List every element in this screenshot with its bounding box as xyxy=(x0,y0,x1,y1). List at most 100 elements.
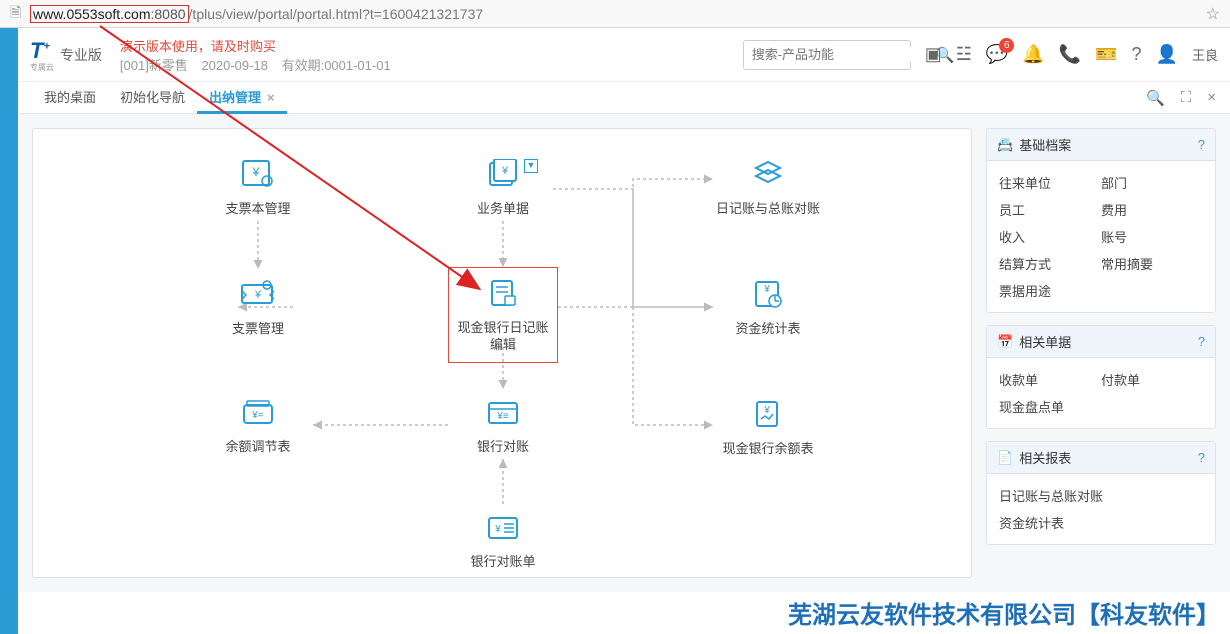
svg-text:¥: ¥ xyxy=(252,165,260,179)
link-account[interactable]: 账号 xyxy=(1101,223,1203,250)
search-input[interactable] xyxy=(744,47,936,62)
link-staff[interactable]: 员工 xyxy=(999,196,1101,223)
browser-url-bar: 🗎 www.0553soft.com:8080/tplus/view/porta… xyxy=(0,0,1230,28)
svg-text:¥=: ¥= xyxy=(251,410,264,421)
cheque-book-icon: ¥ xyxy=(203,159,313,197)
svg-text:¥≡: ¥≡ xyxy=(496,411,509,422)
flow-node-bank-recon[interactable]: ¥≡ 银行对账 xyxy=(448,399,558,456)
message-icon[interactable]: 💬6 xyxy=(986,44,1008,65)
bookmark-icon[interactable]: ☆ xyxy=(1206,4,1220,24)
main-area: ¥ 支票本管理 ▼ ¥ 业务单据 日记账与总账对账 ¥ 支票管理 xyxy=(18,114,1230,592)
panel-basic-archives: 📇 基础档案 ? 往来单位 部门 员工 费用 收入 账号 结算方式 常用摘要 票… xyxy=(986,128,1216,313)
left-strip xyxy=(0,28,18,634)
link-cash-count[interactable]: 现金盘点单 xyxy=(999,393,1101,420)
link-fund-stats-report[interactable]: 资金统计表 xyxy=(999,509,1203,536)
flow-node-cash-journal-edit[interactable]: 现金银行日记账编辑 xyxy=(448,267,558,363)
url-host: www.0553soft.com xyxy=(33,6,151,22)
archive-icon: 📇 xyxy=(997,137,1013,153)
panel-head-docs: 📅 相关单据 ? xyxy=(987,326,1215,358)
tab-actions: 🔍 ⛶ × xyxy=(1146,89,1230,107)
link-bill-purpose[interactable]: 票据用途 xyxy=(999,277,1101,304)
tab-init-nav[interactable]: 初始化导航 xyxy=(108,82,197,114)
message-badge: 6 xyxy=(999,38,1014,53)
watermark: 芜湖云友软件技术有限公司【科友软件】 xyxy=(788,595,1220,630)
flow-node-fund-stats[interactable]: ¥ 资金统计表 xyxy=(713,279,823,338)
help-icon[interactable]: ? xyxy=(1198,334,1205,349)
flow-node-bank-statement[interactable]: ¥ 银行对账单 xyxy=(448,514,558,571)
logo-main: T+ xyxy=(30,38,50,63)
demo-warning: 演示版本使用，请及时购买 xyxy=(120,36,391,55)
balance-adj-icon: ¥= xyxy=(203,399,313,435)
header-info: 演示版本使用，请及时购买 [001]新零售 2020-09-18 有效期:000… xyxy=(110,36,391,74)
list-icon[interactable]: ☳ xyxy=(956,44,972,65)
page-icon: 🗎 xyxy=(10,2,24,26)
link-expense[interactable]: 费用 xyxy=(1101,196,1203,223)
svg-text:¥: ¥ xyxy=(254,289,262,301)
panel-body-reports: 日记账与总账对账 资金统计表 xyxy=(987,474,1215,544)
save-icon[interactable]: ▣ xyxy=(925,44,942,65)
flow-node-cheque-mgmt[interactable]: ¥ 支票管理 xyxy=(203,279,313,338)
link-contact-unit[interactable]: 往来单位 xyxy=(999,169,1101,196)
panel-related-reports: 📄 相关报表 ? 日记账与总账对账 资金统计表 xyxy=(986,441,1216,545)
svg-text:¥: ¥ xyxy=(763,405,770,416)
svg-text:¥: ¥ xyxy=(501,165,509,177)
tab-close-all-icon[interactable]: × xyxy=(1207,89,1216,107)
tab-bar: 我的桌面 初始化导航 出纳管理× 🔍 ⛶ × xyxy=(18,82,1230,114)
bank-statement-icon: ¥ xyxy=(448,514,558,550)
side-panels: 📇 基础档案 ? 往来单位 部门 员工 费用 收入 账号 结算方式 常用摘要 票… xyxy=(986,128,1216,578)
journal-recon-icon xyxy=(713,159,823,197)
report-icon: 📄 xyxy=(997,450,1013,466)
user-name: 王良 xyxy=(1192,45,1218,64)
phone-icon[interactable]: 📞 xyxy=(1059,44,1081,65)
fund-stats-icon: ¥ xyxy=(713,279,823,317)
help-icon[interactable]: ? xyxy=(1132,44,1142,65)
user-icon[interactable]: 👤 xyxy=(1156,44,1178,65)
org-name: [001]新零售 xyxy=(120,58,188,73)
edition-label: 专业版 xyxy=(60,45,102,65)
link-income[interactable]: 收入 xyxy=(999,223,1101,250)
link-receipt[interactable]: 收款单 xyxy=(999,366,1101,393)
expire-label: 有效期: xyxy=(282,58,325,73)
logo-block: T+ 专属云 xyxy=(30,38,56,72)
cheque-mgmt-icon: ¥ xyxy=(203,279,313,317)
help-icon[interactable]: ? xyxy=(1198,137,1205,152)
flow-node-journal-recon[interactable]: 日记账与总账对账 xyxy=(713,159,823,218)
biz-date: 2020-09-18 xyxy=(201,58,268,73)
biz-doc-icon: ¥ xyxy=(448,159,558,197)
cash-journal-icon xyxy=(453,278,553,316)
link-payment[interactable]: 付款单 xyxy=(1101,366,1203,393)
panel-head-reports: 📄 相关报表 ? xyxy=(987,442,1215,474)
panel-head-basic: 📇 基础档案 ? xyxy=(987,129,1215,161)
url-host-box: www.0553soft.com:8080 xyxy=(30,5,189,23)
link-journal-recon-report[interactable]: 日记账与总账对账 xyxy=(999,482,1203,509)
ticket-icon[interactable]: 🎫 xyxy=(1095,44,1117,65)
bell-icon[interactable]: 🔔 xyxy=(1022,44,1044,65)
fullscreen-icon[interactable]: ⛶ xyxy=(1181,89,1192,107)
link-department[interactable]: 部门 xyxy=(1101,169,1203,196)
panel-body-basic: 往来单位 部门 员工 费用 收入 账号 结算方式 常用摘要 票据用途 xyxy=(987,161,1215,312)
expire-date: 0001-01-01 xyxy=(324,58,391,73)
svg-text:¥: ¥ xyxy=(494,524,501,535)
cash-balance-icon: ¥ xyxy=(713,399,823,437)
logo-sub: 专属云 xyxy=(30,64,56,72)
header-right: 🔍 ▣ ☳ 💬6 🔔 📞 🎫 ? 👤 王良 xyxy=(743,40,1218,70)
svg-text:¥: ¥ xyxy=(763,284,770,295)
bank-recon-icon: ¥≡ xyxy=(448,399,558,435)
help-icon[interactable]: ? xyxy=(1198,450,1205,465)
url-path: /tplus/view/portal/portal.html?t=1600421… xyxy=(189,6,484,22)
flow-node-cheque-book[interactable]: ¥ 支票本管理 xyxy=(203,159,313,218)
app-header: T+ 专属云 专业版 演示版本使用，请及时购买 [001]新零售 2020-09… xyxy=(18,28,1230,82)
flow-node-cash-balance[interactable]: ¥ 现金银行余额表 xyxy=(713,399,823,458)
link-settle-method[interactable]: 结算方式 xyxy=(999,250,1101,277)
tab-close-icon[interactable]: × xyxy=(267,90,275,105)
tab-cashier[interactable]: 出纳管理× xyxy=(197,82,287,114)
flow-node-biz-docs[interactable]: ▼ ¥ 业务单据 xyxy=(448,159,558,218)
link-common-summary[interactable]: 常用摘要 xyxy=(1101,250,1203,277)
tab-search-icon[interactable]: 🔍 xyxy=(1146,89,1165,107)
panel-body-docs: 收款单 付款单 现金盘点单 xyxy=(987,358,1215,428)
dropdown-badge-icon[interactable]: ▼ xyxy=(524,159,538,173)
search-box: 🔍 xyxy=(743,40,911,70)
url-port: :8080 xyxy=(151,6,186,22)
tab-desktop[interactable]: 我的桌面 xyxy=(32,82,108,114)
flow-node-balance-adj[interactable]: ¥= 余额调节表 xyxy=(203,399,313,456)
